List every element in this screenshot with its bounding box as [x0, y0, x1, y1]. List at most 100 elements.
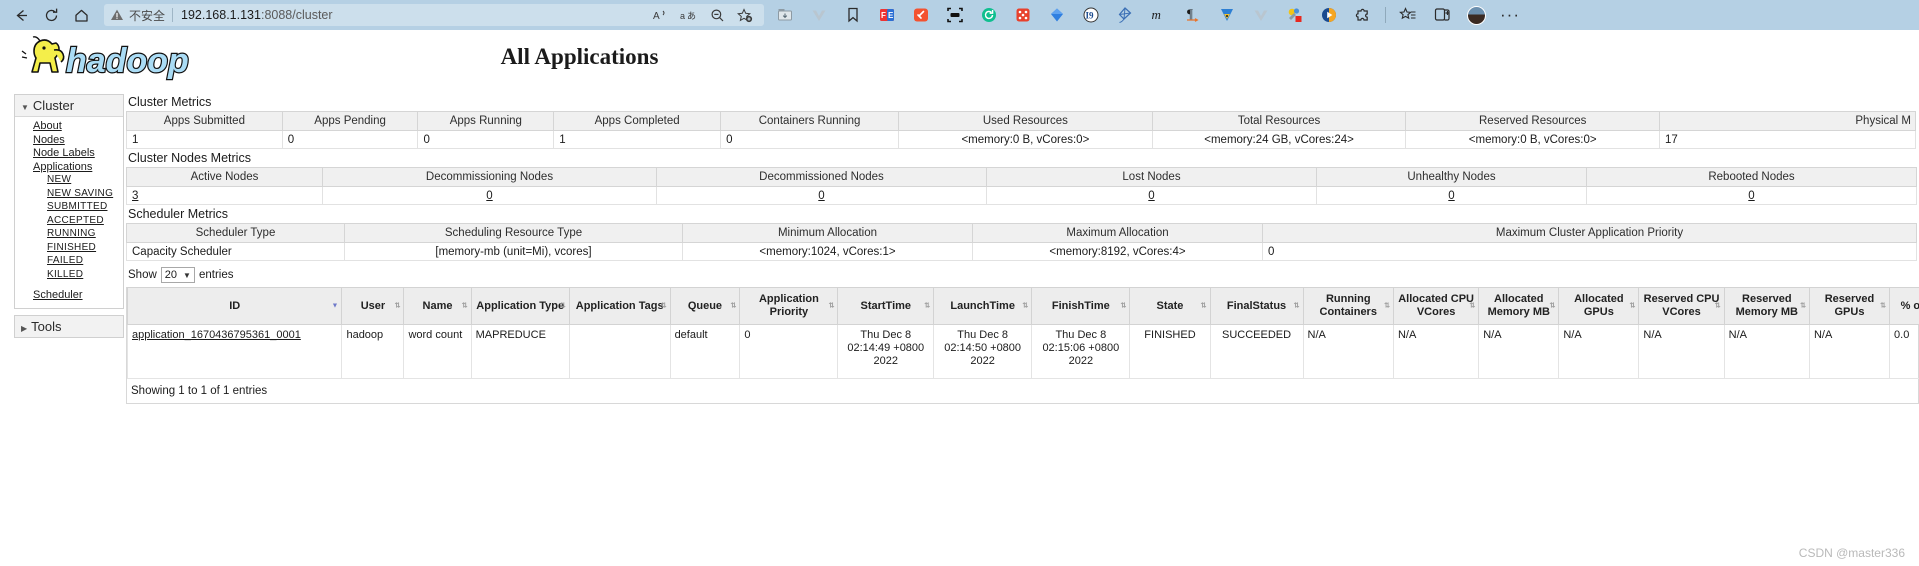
cluster-panel-header[interactable]: ▼ Cluster [15, 95, 123, 117]
sidebar-item-about[interactable]: About [15, 120, 123, 134]
col-percent-of-queue[interactable]: % of Q [1889, 287, 1919, 325]
refresh-extension-icon[interactable] [972, 2, 1006, 28]
active-nodes-link[interactable]: 3 [132, 190, 138, 202]
cluster-label: Cluster [32, 98, 75, 113]
cluster-panel-body: About Nodes Node Labels Applications NEW… [15, 117, 123, 308]
settings-and-more-icon[interactable]: ··· [1493, 2, 1527, 28]
ocr-extension-icon[interactable]: I9 [1074, 2, 1108, 28]
val-apps-running: 0 [417, 130, 555, 149]
sidebar-item-state-submitted[interactable]: SUBMITTED [15, 201, 123, 215]
downloads-icon[interactable] [768, 2, 802, 28]
val-decommissioned-nodes[interactable]: 0 [656, 186, 987, 205]
entries-per-page-select[interactable]: 20 ▼ [160, 267, 195, 283]
cell-id[interactable]: application_1670436795361_0001 [126, 324, 343, 379]
col-id[interactable]: ID ▼ [126, 287, 343, 325]
read-aloud-icon[interactable]: A [648, 4, 674, 26]
col-launch-time[interactable]: LaunchTime ⇅ [933, 287, 1033, 325]
col-state[interactable]: State ⇅ [1129, 287, 1211, 325]
col-final-status[interactable]: FinalStatus ⇅ [1209, 287, 1304, 325]
back-arrow-icon[interactable] [6, 2, 36, 28]
favorites-list-icon[interactable] [1391, 2, 1425, 28]
add-favorite-icon[interactable] [732, 4, 758, 26]
rebooted-nodes-link[interactable]: 0 [1748, 190, 1754, 202]
qr-scanner-icon[interactable] [938, 2, 972, 28]
sort-arrow-icon: ⇅ [1200, 302, 1207, 310]
val-lost-nodes[interactable]: 0 [986, 186, 1317, 205]
lost-nodes-link[interactable]: 0 [1148, 190, 1154, 202]
entries-label: entries [198, 269, 234, 281]
fe-helper-icon[interactable]: FE [870, 2, 904, 28]
col-finish-time[interactable]: FinishTime ⇅ [1031, 287, 1131, 325]
cell-start-time: Thu Dec 8 02:14:49 +0800 2022 [837, 324, 935, 379]
sidebar-item-applications[interactable]: Applications [15, 161, 123, 175]
sidebar-item-nodes[interactable]: Nodes [15, 134, 123, 148]
sort-arrow-icon: ▼ [331, 302, 339, 310]
col-application-tags[interactable]: Application Tags ⇅ [568, 287, 671, 325]
toolbar-divider [1385, 7, 1386, 23]
sidebar-item-state-failed[interactable]: FAILED [15, 255, 123, 269]
sidebar-item-state-finished[interactable]: FINISHED [15, 242, 123, 256]
col-name[interactable]: Name ⇅ [403, 287, 472, 325]
val-containers-running: 0 [720, 130, 900, 149]
address-bar[interactable]: 不安全 192.168.1.131:8088/cluster A aあ [104, 4, 764, 26]
tampermonkey-icon[interactable] [1210, 2, 1244, 28]
adblock-icon[interactable] [904, 2, 938, 28]
val-decommissioning-nodes[interactable]: 0 [322, 186, 657, 205]
application-id-link[interactable]: application_1670436795361_0001 [132, 329, 301, 341]
sidebar-item-state-killed[interactable]: KILLED [15, 269, 123, 283]
col-apps-completed: Apps Completed [553, 111, 722, 131]
table-header-row: Apps Submitted Apps Pending Apps Running… [126, 111, 1916, 131]
show-label: Show [128, 269, 157, 281]
translate-icon[interactable]: aあ [676, 4, 702, 26]
color-picker-icon[interactable] [1278, 2, 1312, 28]
cluster-metrics-title: Cluster Metrics [128, 95, 212, 109]
paragraph-icon[interactable]: ¶ [1176, 2, 1210, 28]
cluster-nodes-metrics-table: Active Nodes Decommissioning Nodes Decom… [126, 167, 1917, 205]
decommissioning-nodes-link[interactable]: 0 [486, 190, 492, 202]
sidebar-item-scheduler[interactable]: Scheduler [15, 289, 123, 303]
bookmark-icon[interactable] [836, 2, 870, 28]
col-user[interactable]: User ⇅ [341, 287, 405, 325]
col-lost-nodes: Lost Nodes [986, 167, 1317, 187]
zoom-out-icon[interactable] [704, 4, 730, 26]
col-queue[interactable]: Queue ⇅ [669, 287, 741, 325]
col-running-containers[interactable]: Running Containers ⇅ [1302, 287, 1394, 325]
sidebar-item-state-new[interactable]: NEW [15, 174, 123, 188]
puzzle-extensions-icon[interactable] [1346, 2, 1380, 28]
kite-icon[interactable] [1108, 2, 1142, 28]
blue-diamond-icon[interactable] [1040, 2, 1074, 28]
col-application-priority[interactable]: Application Priority ⇅ [739, 287, 839, 325]
dice-extension-icon[interactable] [1006, 2, 1040, 28]
col-start-time[interactable]: StartTime ⇅ [837, 287, 935, 325]
sidebar-item-node-labels[interactable]: Node Labels [15, 147, 123, 161]
nodes-metrics-title: Cluster Nodes Metrics [128, 151, 251, 165]
col-application-type[interactable]: Application Type ⇅ [470, 287, 570, 325]
svg-text:m: m [1152, 7, 1161, 22]
col-allocated-gpus[interactable]: Allocated GPUs ⇅ [1558, 287, 1640, 325]
col-reserved-memory-mb[interactable]: Reserved Memory MB ⇅ [1723, 287, 1810, 325]
split-screen-icon[interactable] [1425, 2, 1459, 28]
val-apps-submitted: 1 [126, 130, 283, 149]
reload-icon[interactable] [36, 2, 66, 28]
m-extension-icon[interactable]: m [1142, 2, 1176, 28]
col-allocated-memory-mb[interactable]: Allocated Memory MB ⇅ [1478, 287, 1560, 325]
val-unhealthy-nodes[interactable]: 0 [1316, 186, 1587, 205]
decommissioned-nodes-link[interactable]: 0 [818, 190, 824, 202]
val-active-nodes[interactable]: 3 [126, 186, 323, 205]
col-allocated-cpu-vcores[interactable]: Allocated CPU VCores ⇅ [1392, 287, 1480, 325]
tools-panel-header[interactable]: ▶ Tools [15, 315, 123, 337]
vue-devtools-icon[interactable] [802, 2, 836, 28]
col-reserved-cpu-vcores[interactable]: Reserved CPU VCores ⇅ [1638, 287, 1725, 325]
profile-avatar-icon[interactable] [1459, 2, 1493, 28]
home-icon[interactable] [66, 2, 96, 28]
val-rebooted-nodes[interactable]: 0 [1586, 186, 1917, 205]
sort-arrow-icon: ⇅ [730, 302, 737, 310]
unhealthy-nodes-link[interactable]: 0 [1448, 190, 1454, 202]
sidebar-item-state-running[interactable]: RUNNING [15, 228, 123, 242]
col-reserved-gpus[interactable]: Reserved GPUs ⇅ [1808, 287, 1891, 325]
page-content: hadoop All Applications ▼ Cluster About N… [0, 30, 1919, 566]
sidebar-item-state-new-saving[interactable]: NEW SAVING [15, 188, 123, 202]
media-player-icon[interactable] [1312, 2, 1346, 28]
sidebar-item-state-accepted[interactable]: ACCEPTED [15, 215, 123, 229]
vue-icon[interactable] [1244, 2, 1278, 28]
